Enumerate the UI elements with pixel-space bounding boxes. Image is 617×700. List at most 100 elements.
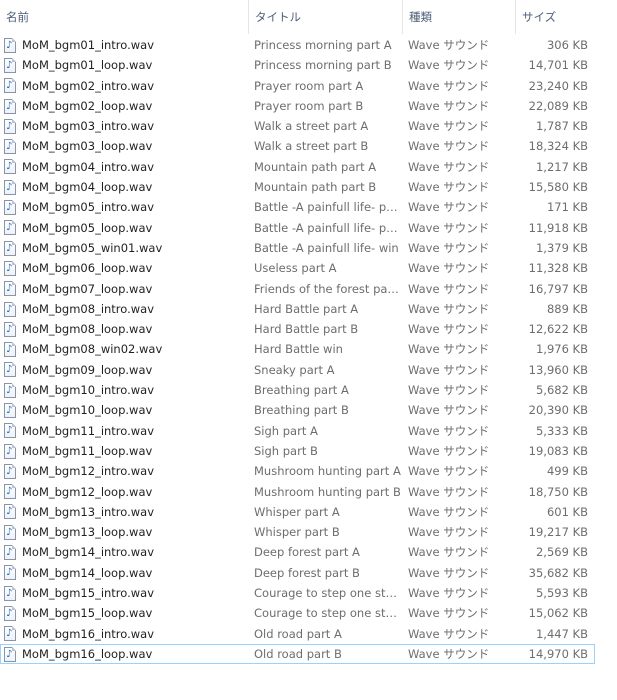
audio-file-icon: ♪ (4, 57, 16, 73)
file-name-cell[interactable]: ♪ MoM_bgm12_intro.wav (0, 461, 248, 481)
file-name-cell[interactable]: ♪ MoM_bgm10_intro.wav (0, 380, 248, 400)
file-row[interactable]: ♪ MoM_bgm10_intro.wav Breathing part A Wave… (0, 380, 617, 400)
file-name-cell[interactable]: ♪ MoM_bgm04_loop.wav (0, 177, 248, 197)
file-row[interactable]: ♪ MoM_bgm04_intro.wav Mountain path part A… (0, 157, 617, 177)
file-row[interactable]: ♪ MoM_bgm05_intro.wav Battle -A painfull l… (0, 197, 617, 217)
file-name-cell[interactable]: ♪ MoM_bgm16_loop.wav (0, 644, 248, 664)
file-name-cell[interactable]: ♪ MoM_bgm07_loop.wav (0, 279, 248, 299)
audio-file-icon: ♪ (4, 362, 16, 378)
audio-file-icon: ♪ (4, 463, 16, 479)
file-name-cell[interactable]: ♪ MoM_bgm14_intro.wav (0, 542, 248, 562)
file-row[interactable]: ♪ MoM_bgm15_loop.wav Courage to step one s… (0, 603, 617, 623)
file-row[interactable]: ♪ MoM_bgm14_intro.wav Deep forest part A Wa… (0, 542, 617, 562)
file-name-cell[interactable]: ♪ MoM_bgm01_loop.wav (0, 55, 248, 75)
file-size: 16,797 KB (528, 281, 588, 296)
file-size: 20,390 KB (528, 403, 588, 418)
file-row[interactable]: ♪ MoM_bgm08_loop.wav Hard Battle part B Wav… (0, 319, 617, 339)
file-row[interactable]: ♪ MoM_bgm06_loop.wav Useless part A Wave サウ… (0, 258, 617, 278)
music-note-icon: ♪ (6, 344, 13, 356)
file-row[interactable]: ♪ MoM_bgm02_intro.wav Prayer room part A Wa… (0, 76, 617, 96)
file-type: Wave サウンド (408, 180, 490, 195)
file-name-cell[interactable]: ♪ MoM_bgm09_loop.wav (0, 360, 248, 380)
file-row[interactable]: ♪ MoM_bgm03_loop.wav Walk a street part B W… (0, 136, 617, 156)
file-row[interactable]: ♪ MoM_bgm11_loop.wav Sigh part B Wave サウンド 1… (0, 441, 617, 461)
file-row[interactable]: ♪ MoM_bgm01_intro.wav Princess morning par… (0, 35, 617, 55)
file-name-cell[interactable]: ♪ MoM_bgm08_loop.wav (0, 319, 248, 339)
file-name-cell[interactable]: ♪ MoM_bgm02_intro.wav (0, 76, 248, 96)
music-note-icon: ♪ (6, 486, 13, 498)
file-row[interactable]: ♪ MoM_bgm11_intro.wav Sigh part A Wave サウンド… (0, 421, 617, 441)
file-row[interactable]: ♪ MoM_bgm05_win01.wav Battle -A painfull l… (0, 238, 617, 258)
file-row[interactable]: ♪ MoM_bgm10_loop.wav Breathing part B Wave … (0, 400, 617, 420)
file-type: Wave サウンド (408, 586, 490, 601)
file-name: MoM_bgm01_loop.wav (22, 58, 153, 73)
file-name-cell[interactable]: ♪ MoM_bgm15_intro.wav (0, 583, 248, 603)
file-name-cell[interactable]: ♪ MoM_bgm03_loop.wav (0, 136, 248, 156)
file-size: 18,750 KB (528, 484, 588, 499)
file-row[interactable]: ♪ MoM_bgm12_loop.wav Mushroom hunting part… (0, 482, 617, 502)
file-row[interactable]: ♪ MoM_bgm16_intro.wav Old road part A Wave … (0, 624, 617, 644)
file-size: 11,328 KB (528, 261, 588, 276)
music-note-icon: ♪ (6, 323, 13, 335)
column-header-name[interactable]: 名前 ^ (0, 0, 248, 34)
file-name-cell[interactable]: ♪ MoM_bgm10_loop.wav (0, 400, 248, 420)
column-header-name-label: 名前 (6, 10, 29, 24)
file-name-cell[interactable]: ♪ MoM_bgm14_loop.wav (0, 563, 248, 583)
file-name-cell[interactable]: ♪ MoM_bgm05_loop.wav (0, 218, 248, 238)
file-name-cell[interactable]: ♪ MoM_bgm13_intro.wav (0, 502, 248, 522)
file-row[interactable]: ♪ MoM_bgm13_intro.wav Whisper part A Wave サ… (0, 502, 617, 522)
file-name: MoM_bgm12_intro.wav (22, 464, 155, 479)
file-row[interactable]: ♪ MoM_bgm05_loop.wav Battle -A painfull li… (0, 218, 617, 238)
audio-file-icon: ♪ (4, 98, 16, 114)
file-name-cell[interactable]: ♪ MoM_bgm04_intro.wav (0, 157, 248, 177)
file-row[interactable]: ♪ MoM_bgm15_intro.wav Courage to step one … (0, 583, 617, 603)
file-name-cell[interactable]: ♪ MoM_bgm01_intro.wav (0, 35, 248, 55)
file-name-cell[interactable]: ♪ MoM_bgm08_intro.wav (0, 299, 248, 319)
file-row[interactable]: ♪ MoM_bgm14_loop.wav Deep forest part B Wav… (0, 563, 617, 583)
audio-file-icon: ♪ (4, 78, 16, 94)
file-type: Wave サウンド (408, 301, 490, 316)
file-name-cell[interactable]: ♪ MoM_bgm13_loop.wav (0, 522, 248, 542)
music-note-icon: ♪ (6, 526, 13, 538)
music-note-icon: ♪ (6, 445, 13, 457)
file-row[interactable]: ♪ MoM_bgm01_loop.wav Princess morning part… (0, 55, 617, 75)
file-row[interactable]: ♪ MoM_bgm07_loop.wav Friends of the forest… (0, 279, 617, 299)
file-name-cell[interactable]: ♪ MoM_bgm02_loop.wav (0, 96, 248, 116)
file-name: MoM_bgm05_loop.wav (22, 220, 153, 235)
file-name-cell[interactable]: ♪ MoM_bgm12_loop.wav (0, 482, 248, 502)
file-row[interactable]: ♪ MoM_bgm08_win02.wav Hard Battle win Wave … (0, 339, 617, 359)
column-header-title[interactable]: タイトル (248, 0, 402, 34)
file-name-cell[interactable]: ♪ MoM_bgm05_intro.wav (0, 197, 248, 217)
file-type: Wave サウンド (408, 200, 490, 215)
audio-file-icon: ♪ (4, 382, 16, 398)
file-size: 11,918 KB (528, 220, 588, 235)
file-row[interactable]: ♪ MoM_bgm03_intro.wav Walk a street part A… (0, 116, 617, 136)
audio-file-icon: ♪ (4, 240, 16, 256)
file-size: 19,083 KB (528, 443, 588, 458)
file-name-cell[interactable]: ♪ MoM_bgm05_win01.wav (0, 238, 248, 258)
file-size: 1,379 KB (535, 240, 588, 255)
file-name-cell[interactable]: ♪ MoM_bgm16_intro.wav (0, 624, 248, 644)
file-size: 1,787 KB (535, 119, 588, 134)
file-row[interactable]: ♪ MoM_bgm16_loop.wav Old road part B Wave サ… (0, 643, 595, 665)
column-header-size[interactable]: サイズ (515, 0, 595, 34)
file-type: Wave サウンド (408, 383, 490, 398)
file-name-cell[interactable]: ♪ MoM_bgm11_intro.wav (0, 421, 248, 441)
file-name-cell[interactable]: ♪ MoM_bgm03_intro.wav (0, 116, 248, 136)
file-title: Hard Battle win (254, 342, 343, 357)
column-header-type[interactable]: 種類 (402, 0, 515, 34)
file-row[interactable]: ♪ MoM_bgm04_loop.wav Mountain path part B W… (0, 177, 617, 197)
file-name-cell[interactable]: ♪ MoM_bgm11_loop.wav (0, 441, 248, 461)
file-row[interactable]: ♪ MoM_bgm09_loop.wav Sneaky part A Wave サウン… (0, 360, 617, 380)
file-name-cell[interactable]: ♪ MoM_bgm15_loop.wav (0, 603, 248, 623)
music-note-icon: ♪ (6, 100, 13, 112)
file-row[interactable]: ♪ MoM_bgm08_intro.wav Hard Battle part A Wa… (0, 299, 617, 319)
file-name: MoM_bgm16_loop.wav (22, 646, 153, 661)
file-row[interactable]: ♪ MoM_bgm13_loop.wav Whisper part B Wave サウ… (0, 522, 617, 542)
file-type: Wave サウンド (408, 443, 490, 458)
file-name-cell[interactable]: ♪ MoM_bgm06_loop.wav (0, 258, 248, 278)
file-type: Wave サウンド (408, 403, 490, 418)
file-row[interactable]: ♪ MoM_bgm12_intro.wav Mushroom hunting par… (0, 461, 617, 481)
file-name-cell[interactable]: ♪ MoM_bgm08_win02.wav (0, 339, 248, 359)
file-row[interactable]: ♪ MoM_bgm02_loop.wav Prayer room part B Wav… (0, 96, 617, 116)
